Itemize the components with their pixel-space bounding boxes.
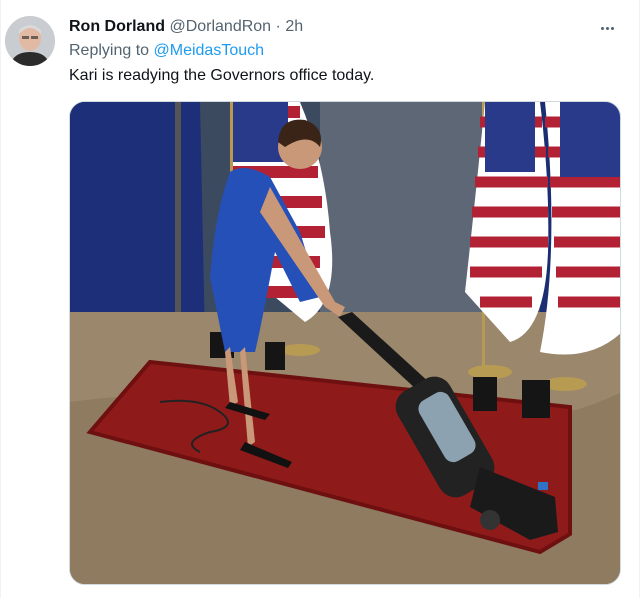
replying-to: Replying to @MeidasTouch <box>69 41 264 61</box>
tweet-card[interactable]: Ron Dorland @DorlandRon · 2h Replying to… <box>0 0 640 598</box>
tweet-photo[interactable] <box>69 101 621 585</box>
more-options-icon[interactable] <box>595 18 619 38</box>
user-avatar[interactable] <box>5 16 55 66</box>
author-name[interactable]: Ron Dorland <box>69 18 165 35</box>
photo-illustration-icon <box>70 102 620 584</box>
tweet-text: Kari is readying the Governors office to… <box>69 67 375 84</box>
tweet-header: Ron Dorland @DorlandRon · 2h <box>69 17 599 37</box>
tweet-time[interactable]: 2h <box>285 18 303 35</box>
author-handle[interactable]: @DorlandRon <box>169 18 271 35</box>
separator-dot: · <box>275 18 281 35</box>
mention-link[interactable]: @MeidasTouch <box>154 42 265 59</box>
replying-to-label: Replying to <box>69 42 154 59</box>
avatar-photo-icon <box>5 16 55 66</box>
